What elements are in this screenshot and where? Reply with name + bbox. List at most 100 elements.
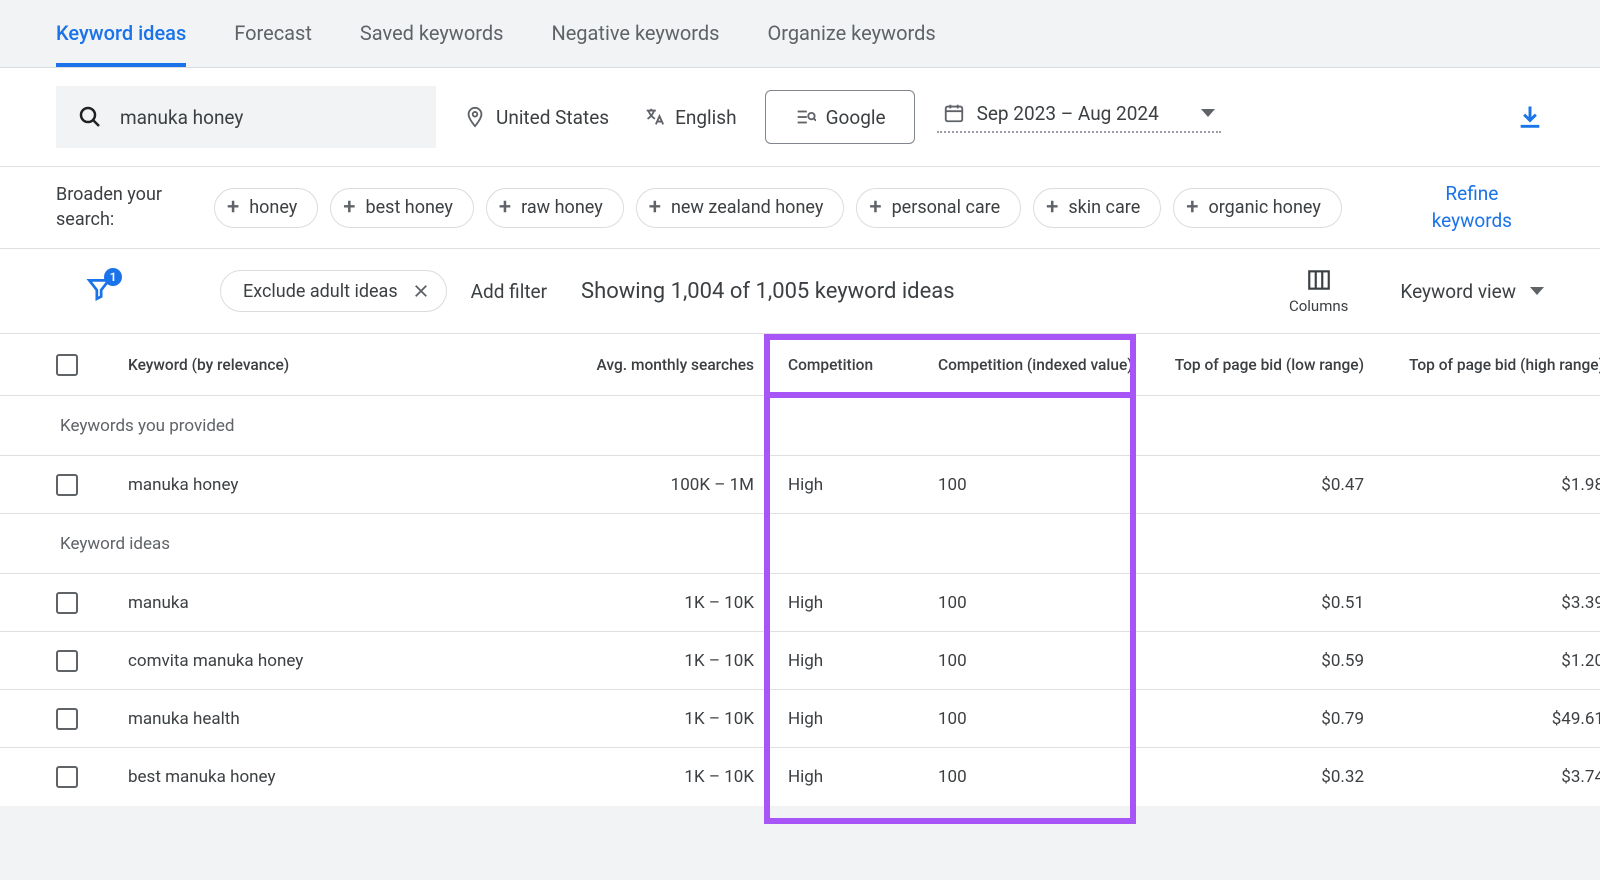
search-value: manuka honey	[120, 106, 243, 129]
th-comp-idx[interactable]: Competition (indexed value)	[926, 355, 1156, 375]
cell-idx: 100	[926, 651, 1156, 671]
th-bid-low[interactable]: Top of page bid (low range)	[1156, 355, 1386, 375]
date-range-selector[interactable]: Sep 2023 – Aug 2024	[937, 102, 1221, 133]
location-icon	[464, 106, 486, 128]
chip-label: honey	[249, 197, 297, 218]
cell-comp: High	[776, 593, 926, 613]
location-label: United States	[496, 106, 609, 129]
keyword-table: Keyword (by relevance) Avg. monthly sear…	[0, 334, 1600, 806]
th-keyword[interactable]: Keyword (by relevance)	[116, 356, 496, 374]
cell-idx: 100	[926, 709, 1156, 729]
cell-keyword: manuka health	[116, 709, 496, 729]
chip-personal-care[interactable]: +personal care	[856, 188, 1021, 228]
plus-icon: +	[649, 195, 661, 220]
row-checkbox[interactable]	[56, 708, 78, 730]
refine-keywords-link[interactable]: Refinekeywords	[1400, 181, 1544, 234]
tab-negative-keywords[interactable]: Negative keywords	[551, 1, 719, 67]
table-row: manuka honey 100K – 1M High 100 $0.47 $1…	[0, 456, 1600, 514]
broaden-label: Broaden your search:	[56, 183, 206, 232]
th-avg[interactable]: Avg. monthly searches	[496, 356, 776, 374]
chip-label: raw honey	[521, 197, 603, 218]
row-checkbox[interactable]	[56, 592, 78, 614]
cell-low: $0.47	[1156, 475, 1386, 495]
cell-high: $49.61	[1386, 709, 1600, 729]
broaden-chips: +honey +best honey +raw honey +new zeala…	[214, 188, 1392, 228]
table-row: manuka health 1K – 10K High 100 $0.79 $4…	[0, 690, 1600, 748]
columns-button[interactable]: Columns	[1289, 267, 1348, 315]
download-icon[interactable]	[1516, 103, 1544, 131]
cell-keyword: manuka	[116, 593, 496, 613]
cell-low: $0.32	[1156, 767, 1386, 787]
cell-avg: 1K – 10K	[496, 593, 776, 613]
filter-funnel-icon[interactable]: 1	[86, 276, 112, 306]
chip-skin-care[interactable]: +skin care	[1033, 188, 1161, 228]
chip-honey[interactable]: +honey	[214, 188, 318, 228]
filter-chip-label: Exclude adult ideas	[243, 281, 398, 302]
plus-icon: +	[1186, 195, 1198, 220]
keyword-view-label: Keyword view	[1400, 280, 1516, 303]
row-checkbox[interactable]	[56, 474, 78, 496]
network-icon	[794, 106, 816, 128]
cell-high: $1.98	[1386, 475, 1600, 495]
cell-idx: 100	[926, 475, 1156, 495]
tab-organize-keywords[interactable]: Organize keywords	[767, 1, 935, 67]
chevron-down-icon	[1530, 287, 1544, 295]
chip-new-zealand-honey[interactable]: +new zealand honey	[636, 188, 845, 228]
row-checkbox[interactable]	[56, 766, 78, 788]
close-icon[interactable]	[412, 282, 430, 300]
plus-icon: +	[499, 195, 511, 220]
cell-high: $1.20	[1386, 651, 1600, 671]
language-label: English	[675, 106, 736, 129]
cell-low: $0.79	[1156, 709, 1386, 729]
tab-saved-keywords[interactable]: Saved keywords	[360, 1, 504, 67]
chip-label: skin care	[1068, 197, 1140, 218]
chip-label: organic honey	[1208, 197, 1320, 218]
tab-forecast[interactable]: Forecast	[234, 1, 312, 67]
plus-icon: +	[869, 195, 881, 220]
calendar-icon	[943, 102, 965, 124]
row-checkbox[interactable]	[56, 650, 78, 672]
cell-avg: 1K – 10K	[496, 767, 776, 787]
cell-keyword: best manuka honey	[116, 767, 496, 787]
exclude-adult-chip[interactable]: Exclude adult ideas	[220, 270, 447, 312]
table-header: Keyword (by relevance) Avg. monthly sear…	[0, 334, 1600, 396]
cell-low: $0.51	[1156, 593, 1386, 613]
cell-keyword: comvita manuka honey	[116, 651, 496, 671]
search-icon	[78, 105, 102, 129]
network-label: Google	[826, 106, 886, 129]
columns-icon	[1306, 267, 1332, 293]
cell-avg: 1K – 10K	[496, 709, 776, 729]
chip-label: best honey	[366, 197, 453, 218]
table-row: comvita manuka honey 1K – 10K High 100 $…	[0, 632, 1600, 690]
chip-organic-honey[interactable]: + organic honey	[1173, 188, 1342, 228]
cell-comp: High	[776, 767, 926, 787]
cell-comp: High	[776, 475, 926, 495]
tabs-row: Keyword ideas Forecast Saved keywords Ne…	[0, 0, 1600, 68]
cell-high: $3.74	[1386, 767, 1600, 787]
network-selector[interactable]: Google	[765, 90, 915, 144]
th-bid-high[interactable]: Top of page bid (high range)	[1386, 355, 1600, 375]
cell-comp: High	[776, 709, 926, 729]
language-selector[interactable]: English	[637, 106, 742, 129]
section-ideas: Keyword ideas	[0, 514, 1600, 574]
search-input[interactable]: manuka honey	[56, 86, 436, 148]
cell-avg: 1K – 10K	[496, 651, 776, 671]
select-all-checkbox[interactable]	[56, 354, 78, 376]
date-range-label: Sep 2023 – Aug 2024	[977, 102, 1159, 125]
th-competition[interactable]: Competition	[776, 356, 926, 374]
plus-icon: +	[343, 195, 355, 220]
cell-idx: 100	[926, 593, 1156, 613]
table-row: manuka 1K – 10K High 100 $0.51 $3.39	[0, 574, 1600, 632]
funnel-badge: 1	[104, 268, 122, 286]
tab-keyword-ideas[interactable]: Keyword ideas	[56, 1, 186, 67]
keyword-view-dropdown[interactable]: Keyword view	[1400, 280, 1544, 303]
location-selector[interactable]: United States	[458, 106, 615, 129]
language-icon	[643, 106, 665, 128]
chip-raw-honey[interactable]: + raw honey	[486, 188, 624, 228]
broaden-row: Broaden your search: +honey +best honey …	[0, 167, 1600, 249]
chip-best-honey[interactable]: + best honey	[330, 188, 474, 228]
add-filter-button[interactable]: Add filter	[471, 280, 547, 303]
showing-count: Showing 1,004 of 1,005 keyword ideas	[581, 279, 955, 304]
cell-avg: 100K – 1M	[496, 475, 776, 495]
toolbar: manuka honey United States English Googl…	[0, 68, 1600, 167]
